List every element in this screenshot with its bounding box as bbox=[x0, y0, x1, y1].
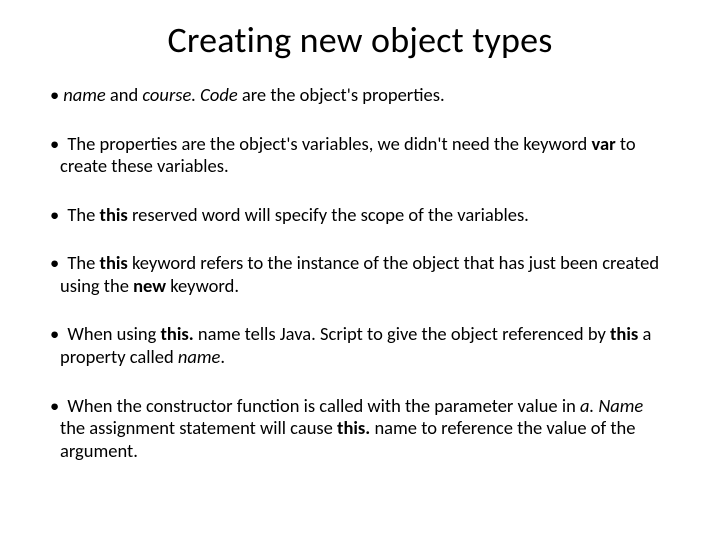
text: keyword. bbox=[166, 274, 239, 297]
text: . bbox=[220, 345, 225, 368]
text-bold: this. bbox=[337, 416, 370, 439]
text: The bbox=[63, 203, 99, 226]
text-italic: course. Code bbox=[142, 83, 241, 106]
text-italic: name bbox=[178, 345, 221, 368]
slide-title: Creating new object types bbox=[50, 18, 670, 62]
text-bold: new bbox=[133, 274, 166, 297]
bullet-dot: • bbox=[50, 322, 59, 345]
bullet-3: • The this reserved word will specify th… bbox=[50, 204, 670, 227]
slide: Creating new object types •name and cour… bbox=[0, 0, 720, 540]
bullet-6: • When the constructor function is calle… bbox=[50, 395, 670, 463]
text-bold: this bbox=[610, 322, 638, 345]
text: are the object's properties. bbox=[242, 83, 445, 106]
text-bold: this. bbox=[161, 322, 194, 345]
bullet-dot: • bbox=[50, 132, 59, 155]
text: the assignment statement will cause bbox=[60, 416, 337, 439]
text: reserved word will specify the scope of … bbox=[128, 203, 529, 226]
text-bold: var bbox=[591, 132, 615, 155]
text-italic: a. Name bbox=[580, 394, 643, 417]
bullet-2: • The properties are the object's variab… bbox=[50, 133, 670, 178]
text: When the constructor function is called … bbox=[63, 394, 580, 417]
text: name tells Java. Script to give the obje… bbox=[194, 322, 610, 345]
bullet-dot: • bbox=[50, 83, 59, 106]
bullet-dot: • bbox=[50, 251, 59, 274]
text-italic: name bbox=[63, 83, 106, 106]
text: and bbox=[106, 83, 143, 106]
text-bold: this bbox=[100, 203, 128, 226]
text-bold: this bbox=[100, 251, 128, 274]
bullet-dot: • bbox=[50, 394, 59, 417]
bullet-1: •name and course. Code are the object's … bbox=[50, 84, 670, 107]
bullet-list: •name and course. Code are the object's … bbox=[50, 84, 670, 462]
bullet-dot: • bbox=[50, 203, 59, 226]
text: The properties are the object's variable… bbox=[63, 132, 591, 155]
text: The bbox=[63, 251, 99, 274]
bullet-5: • When using this. name tells Java. Scri… bbox=[50, 323, 670, 368]
bullet-4: • The this keyword refers to the instanc… bbox=[50, 252, 670, 297]
text: When using bbox=[63, 322, 160, 345]
